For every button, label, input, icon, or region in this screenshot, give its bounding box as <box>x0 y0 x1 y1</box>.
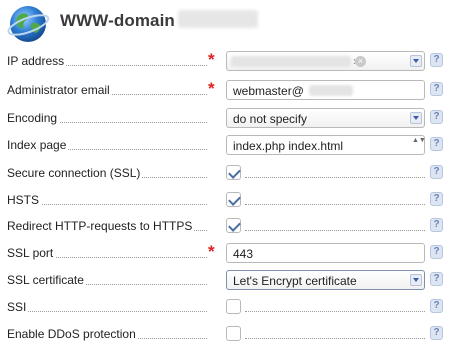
page-title: WWW-domain - <box>60 11 186 30</box>
leader-dots <box>245 230 425 231</box>
form-row-hsts: HSTS ? <box>0 187 450 213</box>
dialog-header: WWW-domain - <box>0 0 450 44</box>
help-icon[interactable]: ? <box>430 137 443 151</box>
ssl-checkbox[interactable] <box>226 165 241 180</box>
form-row-admin-email: Administrator email * webmaster@ ? <box>0 77 450 103</box>
form-row-encoding: Encoding do not specify ? <box>0 105 450 131</box>
help-icon[interactable]: ? <box>430 245 443 259</box>
help-icon[interactable]: ? <box>430 110 443 124</box>
required-asterisk: * <box>208 242 215 261</box>
redirect-https-checkbox[interactable] <box>226 218 241 233</box>
index-page-value: index.php index.html <box>233 139 344 153</box>
redacted-domain-name <box>178 10 258 28</box>
index-page-label: Index page <box>7 138 69 152</box>
form-row-ddos: Enable DDoS protection ? <box>0 321 450 347</box>
ssi-label: SSI <box>7 300 29 314</box>
chevron-down-icon[interactable] <box>410 274 422 286</box>
form-row-ssi: SSI ? <box>0 294 450 320</box>
ssl-port-field[interactable]: 443 <box>226 243 425 263</box>
ssl-label: Secure connection (SSL) <box>7 166 143 180</box>
form-row-index-page: Index page index.php index.html ▲▼ ? <box>0 132 450 158</box>
ddos-label: Enable DDoS protection <box>7 327 138 341</box>
ip-address-select[interactable]: › × <box>226 51 425 71</box>
form-row-ssl: Secure connection (SSL) ? <box>0 160 450 186</box>
leader-dots <box>245 204 425 205</box>
form-row-ssl-certificate: SSL certificate Let's Encrypt certificat… <box>0 267 450 293</box>
hsts-checkbox[interactable] <box>226 192 241 207</box>
resize-stepper-icon[interactable]: ▲▼ <box>412 137 426 153</box>
help-icon[interactable]: ? <box>430 218 443 232</box>
required-asterisk: * <box>208 79 215 98</box>
redacted-email-domain <box>309 85 353 96</box>
leader-dots <box>245 338 425 339</box>
leader-dots <box>7 311 207 312</box>
admin-email-label: Administrator email <box>7 83 112 97</box>
ssl-certificate-value: Let's Encrypt certificate <box>233 274 357 288</box>
help-icon[interactable]: ? <box>430 299 443 313</box>
required-asterisk: * <box>208 50 215 69</box>
admin-email-field[interactable]: webmaster@ <box>226 80 425 100</box>
ddos-checkbox[interactable] <box>226 326 241 341</box>
encoding-label: Encoding <box>7 111 60 125</box>
leader-dots <box>245 177 425 178</box>
leader-dots <box>245 311 425 312</box>
chevron-down-icon[interactable] <box>410 112 422 124</box>
admin-email-value: webmaster@ <box>233 84 304 98</box>
ssl-port-value: 443 <box>233 247 254 261</box>
help-icon[interactable]: ? <box>430 326 443 340</box>
ssi-checkbox[interactable] <box>226 299 241 314</box>
chevron-down-icon[interactable] <box>410 55 422 67</box>
form-row-redirect-https: Redirect HTTP-requests to HTTPS ? <box>0 213 450 239</box>
hsts-label: HSTS <box>7 193 42 207</box>
help-icon[interactable]: ? <box>430 82 443 96</box>
help-icon[interactable]: ? <box>430 53 443 67</box>
help-icon[interactable]: ? <box>430 165 443 179</box>
redacted-ip-value <box>231 56 351 67</box>
redirect-https-label: Redirect HTTP-requests to HTTPS <box>7 219 195 233</box>
clear-icon[interactable]: × <box>355 56 366 67</box>
ssl-certificate-label: SSL certificate <box>7 273 86 287</box>
form-row-ssl-port: SSL port * 443 ? <box>0 240 450 266</box>
help-icon[interactable]: ? <box>430 192 443 206</box>
form-row-ip-address: IP address * › × ? <box>0 48 450 74</box>
ssl-port-label: SSL port <box>7 246 56 260</box>
index-page-field[interactable]: index.php index.html ▲▼ <box>226 135 426 155</box>
encoding-select[interactable]: do not specify <box>226 108 425 128</box>
encoding-value: do not specify <box>233 112 308 126</box>
ip-address-label: IP address <box>7 54 67 68</box>
globe-icon <box>7 6 50 42</box>
ssl-certificate-select[interactable]: Let's Encrypt certificate <box>226 270 425 290</box>
help-icon[interactable]: ? <box>430 272 443 286</box>
